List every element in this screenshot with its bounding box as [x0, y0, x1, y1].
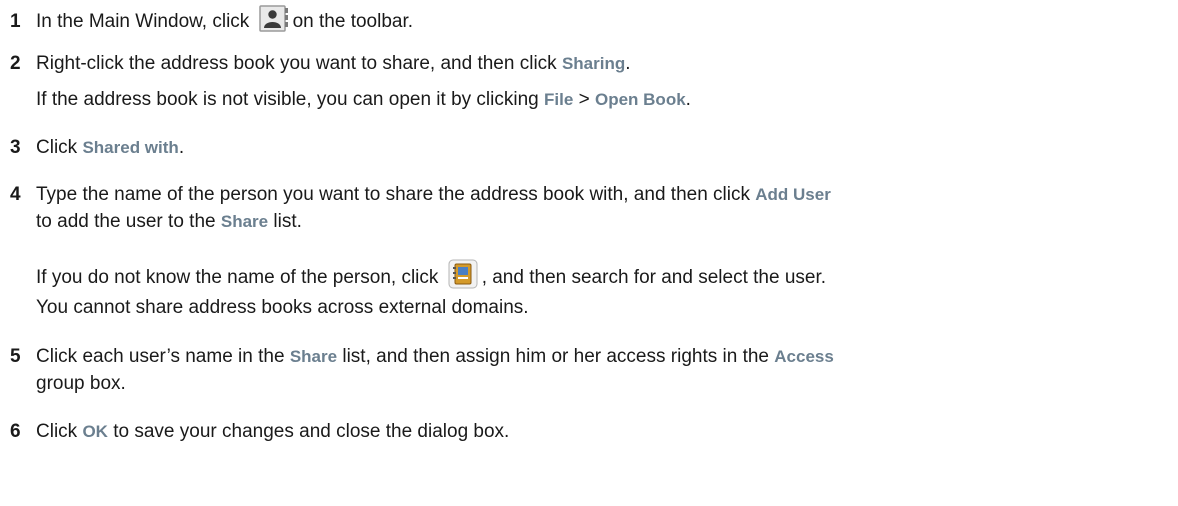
ui-term-open-book: Open Book [594, 90, 686, 109]
ui-term-sharing: Sharing [561, 54, 626, 73]
step-text: . [178, 137, 185, 158]
note-text: , and then search for and select the use… [481, 267, 827, 288]
step-number: 4 [10, 184, 21, 205]
step-number: 3 [10, 137, 21, 158]
note-text: You cannot share address books across ex… [36, 297, 529, 318]
step-2-note: If the address book is not visible, you … [36, 88, 691, 112]
note-text: If you do not know the name of the perso… [36, 267, 439, 288]
address-book-toolbar-icon [258, 5, 289, 40]
step-text: list, and then assign him or her access … [342, 346, 769, 367]
step-text: In the Main Window, click [36, 11, 250, 32]
step-4-note-2: You cannot share address books across ex… [36, 296, 529, 320]
step-text: Type the name of the person you want to … [36, 184, 750, 205]
note-text: . [685, 89, 691, 110]
step-2: 2 Right-click the address book you want t… [10, 52, 631, 76]
ui-term-file: File [544, 90, 574, 109]
step-text: to add the user to the [36, 211, 216, 232]
address-selector-icon [448, 259, 478, 296]
ui-term-add-user: Add User [755, 185, 831, 204]
ui-term-access: Access [774, 347, 834, 366]
step-number: 6 [10, 421, 21, 442]
step-text: Right-click the address book you want to… [36, 53, 557, 74]
step-5: 5 Click each user’s name in the Share lis… [10, 345, 834, 369]
step-text: . [625, 53, 631, 74]
menu-separator: > [578, 89, 590, 110]
ui-term-ok: OK [82, 422, 108, 441]
step-4-note-1: If you do not know the name of the perso… [36, 259, 826, 296]
step-6: 6 Click OK to save your changes and close… [10, 420, 509, 444]
step-4-continued: to add the user to the Share list. [36, 210, 302, 234]
step-text: Click each user’s name in the [36, 346, 285, 367]
ui-term-share: Share [220, 212, 269, 231]
step-number: 2 [10, 53, 21, 74]
step-4: 4 Type the name of the person you want to… [10, 183, 831, 207]
step-1: 1 In the Main Window, click on the toolba… [10, 5, 413, 40]
step-text: to save your changes and close the dialo… [113, 421, 510, 442]
step-5-continued: group box. [36, 372, 126, 396]
step-text: list. [273, 211, 302, 232]
step-3: 3 Click Shared with. [10, 136, 184, 160]
step-text: group box. [36, 373, 126, 394]
ui-term-share: Share [289, 347, 338, 366]
step-text: Click [36, 137, 78, 158]
step-number: 1 [10, 11, 21, 32]
ui-term-shared-with: Shared with [82, 138, 179, 157]
step-text: Click [36, 421, 78, 442]
step-text: on the toolbar. [292, 11, 414, 32]
note-text: If the address book is not visible, you … [36, 89, 539, 110]
step-number: 5 [10, 346, 21, 367]
